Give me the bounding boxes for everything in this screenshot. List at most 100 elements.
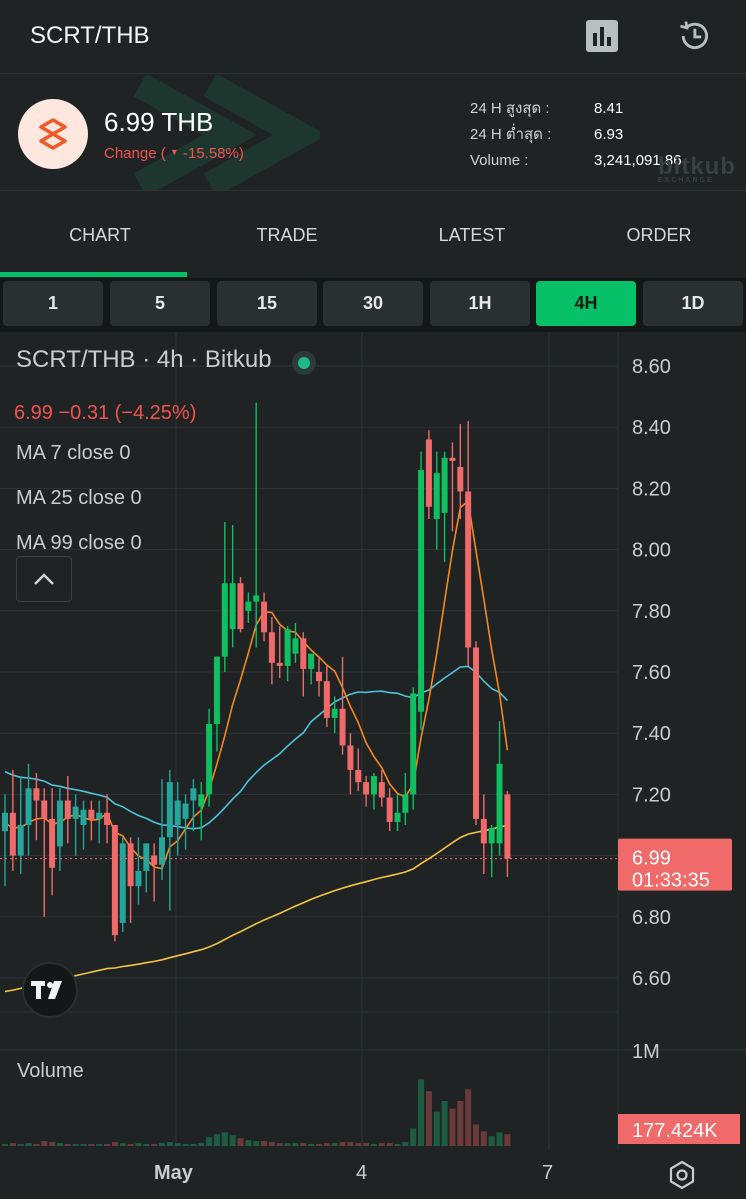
candle-body <box>49 818 56 868</box>
candle-body <box>151 855 158 865</box>
candle-body <box>135 870 142 887</box>
volume-bar <box>410 1128 417 1146</box>
candle-body <box>316 672 322 682</box>
candle-body <box>370 776 377 795</box>
tab-latest[interactable]: LATEST <box>379 192 565 278</box>
candle-body <box>300 638 307 669</box>
candle-body <box>33 788 40 801</box>
volume-bar <box>473 1124 479 1146</box>
candle-body <box>355 769 362 783</box>
volume-bar <box>25 1143 32 1146</box>
candle-body <box>433 473 440 519</box>
interval-selector: 1 5 15 30 1H 4H 1D <box>0 278 746 332</box>
x-tick-4: 4 <box>356 1162 368 1184</box>
candle-body <box>496 763 503 844</box>
volume-bar <box>80 1144 87 1146</box>
candle-body <box>9 812 16 856</box>
candle-body <box>504 794 511 859</box>
interval-30[interactable]: 30 <box>323 281 423 326</box>
volume-bar <box>174 1143 181 1146</box>
candle-body <box>182 803 189 819</box>
interval-4h[interactable]: 4H <box>536 281 636 326</box>
volume-bar <box>300 1143 307 1146</box>
ticker-panel: 6.99 THB Change ( ▼ -15.58%) 24 H สูงสุด… <box>0 75 746 191</box>
volume-bar <box>308 1144 315 1146</box>
interval-1h[interactable]: 1H <box>430 281 530 326</box>
candle-body <box>339 708 346 746</box>
volume-bar <box>135 1143 142 1146</box>
candle-body <box>292 638 299 654</box>
candle-body <box>331 708 338 718</box>
candle-body <box>410 693 417 795</box>
candle-body <box>425 439 432 507</box>
volume-bar <box>402 1142 409 1146</box>
collapse-legend-button[interactable] <box>16 556 72 602</box>
tab-bar: CHART TRADE LATEST ORDER <box>0 192 746 278</box>
y-axis-tick: 7.20 <box>632 784 671 806</box>
tradingview-logo-icon[interactable] <box>22 962 78 1018</box>
candle-body <box>72 806 79 819</box>
candle-body <box>378 782 385 798</box>
y-axis-tick: 8.40 <box>632 417 671 439</box>
chart-area[interactable]: 8.60 8.40 8.20 8.00 7.80 7.60 7.40 7.20 6.80 6.60… <box>0 332 746 1150</box>
volume-bar <box>261 1141 268 1146</box>
history-icon[interactable] <box>676 18 712 54</box>
candle-body <box>363 782 370 795</box>
volume-bar <box>151 1144 158 1146</box>
candle-body <box>245 601 252 611</box>
candle-body <box>441 457 448 513</box>
volume-bar <box>237 1138 244 1146</box>
volume-current-label: 177.424K <box>632 1120 718 1142</box>
candle-body <box>127 843 134 887</box>
interval-1[interactable]: 1 <box>3 281 103 326</box>
tab-trade[interactable]: TRADE <box>194 192 380 278</box>
candle-body <box>111 825 118 936</box>
current-price-label: 6.99 <box>632 848 671 870</box>
legend-ma99: MA 99 close 0 <box>16 532 142 554</box>
interval-5[interactable]: 5 <box>110 281 210 326</box>
y-axis-tick: 6.80 <box>632 907 671 929</box>
volume-bar <box>49 1142 56 1146</box>
candle-body <box>480 818 487 844</box>
volume-bar <box>378 1143 385 1146</box>
active-tab-indicator <box>0 272 187 277</box>
volume-bar <box>111 1142 118 1146</box>
y-axis-tick: 7.60 <box>632 662 671 684</box>
candle-body <box>229 583 236 630</box>
candle-body <box>64 800 71 819</box>
volume-bar <box>323 1143 330 1146</box>
volume-bar <box>64 1144 71 1146</box>
volume-bar <box>119 1143 126 1146</box>
volume-bar <box>268 1142 275 1146</box>
volume-bar <box>386 1143 393 1146</box>
volume-bar <box>104 1144 111 1146</box>
candle-body <box>213 656 220 725</box>
volume-bar <box>127 1144 134 1146</box>
tab-chart[interactable]: CHART <box>7 192 193 278</box>
interval-1d[interactable]: 1D <box>643 281 743 326</box>
candle-body <box>56 800 63 847</box>
volume-bar <box>159 1143 165 1146</box>
candle-body <box>96 812 103 819</box>
volume-bar <box>418 1079 425 1146</box>
volume-bar <box>488 1136 495 1146</box>
ma25-line <box>4 665 508 830</box>
candle-body <box>174 800 181 825</box>
settings-icon[interactable] <box>667 1160 697 1190</box>
interval-15[interactable]: 15 <box>217 281 317 326</box>
chart-icon[interactable] <box>584 18 620 54</box>
time-axis[interactable]: May 4 7 <box>0 1150 746 1199</box>
down-arrow-icon: ▼ <box>169 147 179 157</box>
candle-body <box>25 788 32 825</box>
top-bar: SCRT/THB <box>0 0 746 74</box>
volume-bar <box>363 1143 370 1146</box>
volume-bar <box>504 1134 511 1146</box>
candle-body <box>449 457 456 461</box>
candle-body <box>488 828 495 844</box>
candle-body <box>221 583 228 657</box>
last-price: 6.99 THB <box>104 107 214 137</box>
tab-order[interactable]: ORDER <box>566 192 746 278</box>
y-axis-tick: 8.60 <box>632 356 671 378</box>
candle-body <box>41 800 48 819</box>
y-axis-tick: 7.80 <box>632 601 671 623</box>
